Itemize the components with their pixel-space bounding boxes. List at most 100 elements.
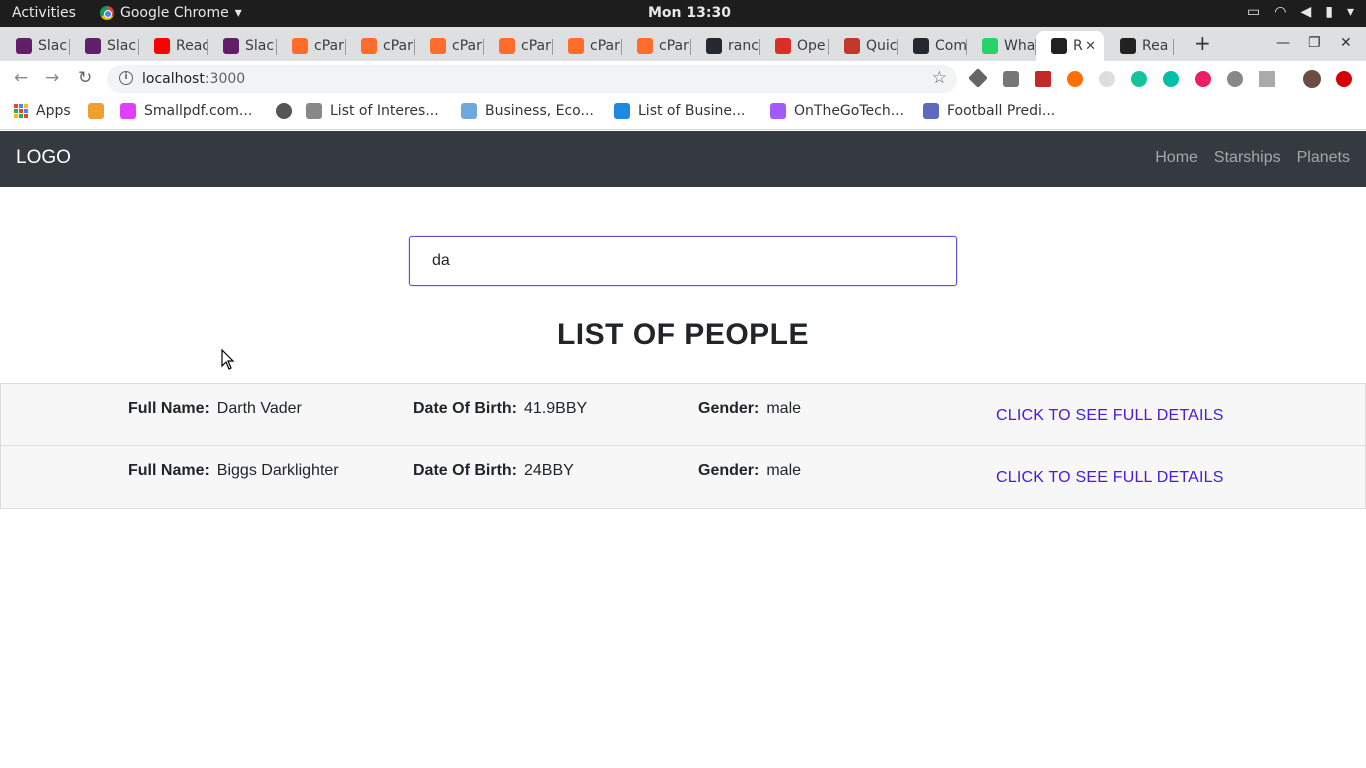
gender-value: male — [766, 462, 802, 479]
browser-tab[interactable]: Slac — [70, 31, 139, 61]
gender: Gender: male — [698, 462, 801, 480]
bookmark-item[interactable]: List of Interes... — [306, 103, 439, 119]
bookmarks-bar: Apps Smallpdf.com... List of Interes... Bus… — [0, 96, 1366, 130]
browser-tab[interactable]: cPar — [415, 31, 484, 61]
browser-tab[interactable]: Reac — [139, 31, 208, 61]
screenshot-icon[interactable] — [1003, 71, 1019, 87]
gender: Gender: male — [698, 400, 801, 418]
tab-label: Com — [935, 38, 967, 54]
full-name-label: Full Name: — [128, 462, 210, 479]
nav-home-link[interactable]: Home — [1155, 149, 1198, 167]
page-title: LIST OF PEOPLE — [556, 318, 810, 351]
person-row: Full Name: Biggs Darklighter Date Of Birth… — [0, 446, 1366, 509]
date-of-birth: Date Of Birth: 24BBY — [413, 462, 574, 480]
minimize-icon[interactable]: — — [1276, 35, 1290, 51]
tab-label: Rea — [1142, 38, 1169, 54]
clock[interactable]: Mon 13:30 — [648, 5, 731, 21]
tab-label: Wha — [1004, 38, 1036, 54]
tab-favicon-icon — [568, 38, 584, 54]
info-icon[interactable]: i — [119, 71, 133, 85]
app-name: Google Chrome — [120, 5, 229, 21]
browser-tab[interactable]: Ope — [760, 31, 829, 61]
bookmark-favicon-icon — [88, 103, 104, 119]
browser-tab[interactable]: cPar — [484, 31, 553, 61]
browser-tab[interactable]: Com — [898, 31, 967, 61]
system-tray[interactable]: ▭ ◠ ◀ ▮ ▾ — [1247, 4, 1354, 20]
back-icon[interactable]: ← — [14, 68, 28, 88]
bookmark-label: Football Predi... — [947, 103, 1056, 119]
full-name: Full Name: Biggs Darklighter — [128, 462, 339, 480]
extension-icon[interactable] — [1227, 71, 1243, 87]
extension-icon[interactable] — [1035, 71, 1051, 87]
maximize-icon[interactable]: ❐ — [1308, 35, 1321, 51]
full-details-link[interactable]: CLICK TO SEE FULL DETAILS — [996, 407, 1224, 425]
person-row: Full Name: Darth Vader Date Of Birth: 41.9B… — [0, 383, 1366, 446]
grammarly-icon[interactable] — [1131, 71, 1147, 87]
full-details-link[interactable]: CLICK TO SEE FULL DETAILS — [996, 469, 1224, 487]
bookmark-apps[interactable]: Apps — [14, 103, 71, 119]
bookmark-star-icon[interactable]: ☆ — [932, 68, 947, 88]
browser-tab[interactable]: Slac — [208, 31, 277, 61]
browser-tab[interactable]: Slac — [1, 31, 70, 61]
activities-button[interactable]: Activities — [12, 5, 76, 21]
tab-favicon-icon — [361, 38, 377, 54]
bookmark-item[interactable]: Football Predi... — [923, 103, 1055, 119]
address-bar[interactable]: i localhost:3000 ☆ — [107, 65, 957, 93]
browser-tab[interactable]: Wha — [967, 31, 1036, 61]
bookmark-item[interactable]: List of Busine... — [614, 103, 745, 119]
extension-icon[interactable] — [1163, 71, 1179, 87]
browser-tab[interactable]: ranc — [691, 31, 760, 61]
app-menu[interactable]: Google Chrome ▾ — [100, 5, 242, 21]
nav-planets-link[interactable]: Planets — [1297, 149, 1350, 167]
extension-icon[interactable] — [1067, 71, 1083, 87]
bookmark-item[interactable] — [276, 103, 292, 119]
tab-favicon-icon — [844, 38, 860, 54]
tab-favicon-icon — [913, 38, 929, 54]
extension-icon[interactable] — [1195, 71, 1211, 87]
browser-tab[interactable]: cPar — [346, 31, 415, 61]
tab-label: Reac — [176, 38, 208, 54]
date-of-birth-value: 24BBY — [524, 462, 574, 479]
forward-icon[interactable]: → — [45, 68, 59, 88]
tab-favicon-icon — [706, 38, 722, 54]
bookmark-label: Business, Eco... — [485, 103, 594, 119]
close-window-icon[interactable]: ✕ — [1340, 35, 1352, 51]
browser-tab[interactable]: Rea — [1105, 31, 1174, 61]
tab-favicon-icon — [499, 38, 515, 54]
search-input[interactable] — [409, 236, 957, 286]
full-name-value: Darth Vader — [216, 400, 302, 417]
chevron-down-icon: ▾ — [1346, 4, 1354, 20]
tab-label: cPar — [383, 38, 413, 54]
update-icon[interactable] — [1336, 71, 1352, 87]
new-tab-button[interactable]: + — [1194, 31, 1211, 55]
browser-tab[interactable]: cPar — [553, 31, 622, 61]
extension-icon[interactable] — [1259, 71, 1275, 87]
tab-favicon-icon — [1051, 38, 1067, 54]
bookmark-item[interactable]: Smallpdf.com... — [120, 103, 252, 119]
bookmark-item[interactable]: Business, Eco... — [461, 103, 594, 119]
url-text[interactable]: localhost:3000 — [142, 71, 245, 87]
extension-icon[interactable] — [1099, 71, 1115, 87]
os-top-bar: Activities Google Chrome ▾ Mon 13:30 ▭ ◠… — [0, 0, 1366, 27]
full-name: Full Name: Darth Vader — [128, 400, 302, 418]
browser-tab[interactable]: cPar — [277, 31, 346, 61]
browser-tab[interactable]: R ✕ — [1036, 31, 1104, 61]
nav-links: Home Starships Planets — [1155, 149, 1350, 167]
tab-label: ranc — [728, 38, 759, 54]
close-tab-icon[interactable]: ✕ — [1085, 39, 1096, 54]
logo[interactable]: LOGO — [16, 147, 71, 169]
tab-favicon-icon — [223, 38, 239, 54]
bookmark-item[interactable] — [88, 103, 104, 119]
tab-label: Quic — [866, 38, 898, 54]
avatar[interactable] — [1303, 70, 1321, 88]
chevron-down-icon: ▾ — [234, 5, 242, 21]
date-of-birth-label: Date Of Birth: — [413, 400, 517, 417]
browser-tab[interactable]: cPar — [622, 31, 691, 61]
reload-icon[interactable]: ↻ — [78, 68, 92, 88]
eyedropper-icon[interactable] — [968, 68, 988, 88]
bookmark-item[interactable]: OnTheGoTech... — [770, 103, 904, 119]
nav-starships-link[interactable]: Starships — [1214, 149, 1281, 167]
volume-icon: ◀ — [1300, 4, 1312, 20]
browser-tab[interactable]: Quic — [829, 31, 898, 61]
tab-favicon-icon — [775, 38, 791, 54]
